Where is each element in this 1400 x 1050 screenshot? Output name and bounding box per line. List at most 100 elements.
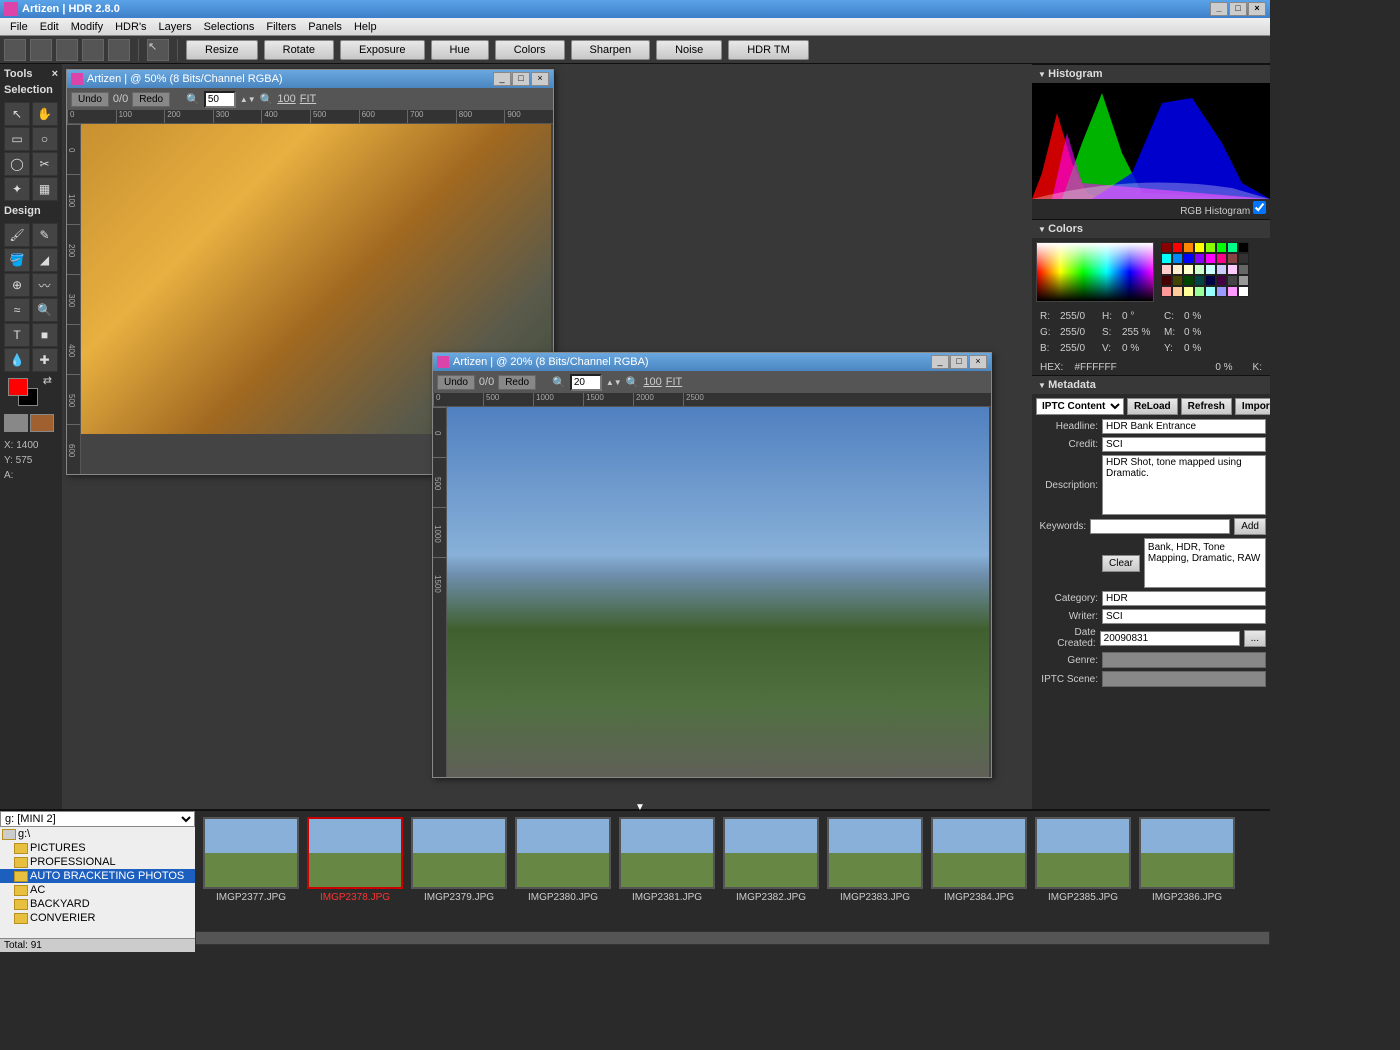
thumbnail[interactable]: IMGP2381.JPG	[619, 817, 715, 925]
toolbar-hue[interactable]: Hue	[431, 40, 489, 60]
date-picker-button[interactable]: ...	[1244, 630, 1266, 647]
hand-tool-icon[interactable]: ✋	[32, 102, 58, 126]
zoom-out-icon[interactable]: 🔍	[552, 376, 566, 389]
new-icon[interactable]	[4, 39, 26, 61]
undo-button[interactable]: Undo	[71, 92, 109, 107]
thumbnail[interactable]: IMGP2378.JPG	[307, 817, 403, 925]
thumbnail[interactable]: IMGP2385.JPG	[1035, 817, 1131, 925]
zoom-stepper-icon[interactable]: ▲▼	[240, 95, 256, 104]
thumbnail[interactable]: IMGP2377.JPG	[203, 817, 299, 925]
reload-button[interactable]: ReLoad	[1127, 398, 1178, 415]
wand-tool-icon[interactable]: ✦	[4, 177, 30, 201]
print-icon[interactable]	[108, 39, 130, 61]
date-input[interactable]	[1100, 631, 1240, 646]
folder-item[interactable]: AC	[0, 883, 195, 897]
open-icon[interactable]	[30, 39, 52, 61]
zoom-in-icon[interactable]: 🔍	[626, 376, 640, 389]
redo-button[interactable]: Redo	[498, 375, 536, 390]
doc-max-icon[interactable]: □	[512, 72, 530, 86]
folder-item[interactable]: BACKYARD	[0, 897, 195, 911]
histogram-panel-title[interactable]: Histogram	[1032, 65, 1270, 83]
pointer-icon[interactable]: ↖	[147, 39, 169, 61]
zoom-fit[interactable]: FIT	[300, 93, 317, 105]
crop-tool-icon[interactable]: ✂	[32, 152, 58, 176]
zoom-input[interactable]	[570, 374, 602, 391]
fill-tool-icon[interactable]: 🪣	[4, 248, 30, 272]
menu-filters[interactable]: Filters	[260, 19, 302, 35]
restore-button[interactable]: □	[1229, 2, 1247, 16]
clone-tool-icon[interactable]: ⊕	[4, 273, 30, 297]
menu-panels[interactable]: Panels	[302, 19, 348, 35]
eyedrop-tool-icon[interactable]: 💧	[4, 348, 30, 372]
tools-close-icon[interactable]: ×	[52, 68, 58, 80]
menu-layers[interactable]: Layers	[153, 19, 198, 35]
toolbar-hdr-tm[interactable]: HDR TM	[728, 40, 809, 60]
document-window-2[interactable]: Artizen | @ 20% (8 Bits/Channel RGBA) _□…	[432, 352, 992, 778]
keywords-list[interactable]: Bank, HDR, Tone Mapping, Dramatic, RAW	[1144, 538, 1266, 588]
marquee-tool-icon[interactable]: ▭	[4, 127, 30, 151]
zoom-100[interactable]: 100	[277, 93, 295, 105]
select-tool-icon[interactable]: ▦	[32, 177, 58, 201]
colors-panel-title[interactable]: Colors	[1032, 220, 1270, 238]
add-keyword-button[interactable]: Add	[1234, 518, 1266, 535]
folder-item[interactable]: AUTO BRACKETING PHOTOS	[0, 869, 195, 883]
thumbnail[interactable]: IMGP2383.JPG	[827, 817, 923, 925]
writer-input[interactable]	[1102, 609, 1266, 624]
metadata-source-select[interactable]: IPTC Content	[1036, 398, 1124, 415]
lasso-tool-icon[interactable]: ◯	[4, 152, 30, 176]
refresh-button[interactable]: Refresh	[1181, 398, 1232, 415]
headline-input[interactable]	[1102, 419, 1266, 434]
metadata-panel-title[interactable]: Metadata	[1032, 376, 1270, 394]
toolbar-noise[interactable]: Noise	[656, 40, 722, 60]
doc-max-icon[interactable]: □	[950, 355, 968, 369]
color-picker[interactable]	[1036, 242, 1154, 302]
menu-file[interactable]: File	[4, 19, 34, 35]
thumbnail[interactable]: IMGP2382.JPG	[723, 817, 819, 925]
ellipse-tool-icon[interactable]: ○	[32, 127, 58, 151]
zoom-tool-icon[interactable]: 🔍	[32, 298, 58, 322]
menu-modify[interactable]: Modify	[65, 19, 109, 35]
swap-colors-icon[interactable]: ⇄	[43, 374, 52, 387]
heal-tool-icon[interactable]: ✚	[32, 348, 58, 372]
blur-tool-icon[interactable]: ≈	[4, 298, 30, 322]
undo-button[interactable]: Undo	[437, 375, 475, 390]
menu-edit[interactable]: Edit	[34, 19, 65, 35]
shape-tool-icon[interactable]: ■	[32, 323, 58, 347]
doc2-image[interactable]	[447, 407, 989, 777]
close-button[interactable]: ×	[1248, 2, 1266, 16]
gray-swatch[interactable]	[4, 414, 28, 432]
folder-item[interactable]: CONVERIER	[0, 911, 195, 925]
redo-button[interactable]: Redo	[132, 92, 170, 107]
folder-root[interactable]: g:\	[0, 827, 195, 841]
text-tool-icon[interactable]: T	[4, 323, 30, 347]
folder-item[interactable]: PROFESSIONAL	[0, 855, 195, 869]
toolbar-resize[interactable]: Resize	[186, 40, 258, 60]
doc-min-icon[interactable]: _	[931, 355, 949, 369]
pencil-tool-icon[interactable]: ✎	[32, 223, 58, 247]
color-swatches[interactable]	[1161, 242, 1251, 297]
category-input[interactable]	[1102, 591, 1266, 606]
pattern-swatch[interactable]	[30, 414, 54, 432]
thumbnail[interactable]: IMGP2380.JPG	[515, 817, 611, 925]
thumbnail[interactable]: IMGP2386.JPG	[1139, 817, 1235, 925]
description-input[interactable]	[1102, 455, 1266, 515]
menu-selections[interactable]: Selections	[198, 19, 261, 35]
zoom-input[interactable]	[204, 91, 236, 108]
zoom-fit[interactable]: FIT	[666, 376, 683, 388]
camera-icon[interactable]	[82, 39, 104, 61]
toolbar-exposure[interactable]: Exposure	[340, 40, 424, 60]
thumbnail[interactable]: IMGP2379.JPG	[411, 817, 507, 925]
toolbar-colors[interactable]: Colors	[495, 40, 565, 60]
toolbar-sharpen[interactable]: Sharpen	[571, 40, 651, 60]
doc-min-icon[interactable]: _	[493, 72, 511, 86]
minimize-button[interactable]: _	[1210, 2, 1228, 16]
brush-tool-icon[interactable]: 🖌	[4, 223, 30, 247]
foreground-color[interactable]	[8, 378, 28, 396]
folder-item[interactable]: PICTURES	[0, 841, 195, 855]
doc-close-icon[interactable]: ×	[969, 355, 987, 369]
clear-keywords-button[interactable]: Clear	[1102, 555, 1140, 572]
import-button[interactable]: Import	[1235, 398, 1270, 415]
histogram-checkbox[interactable]	[1253, 201, 1266, 214]
menu-hdr's[interactable]: HDR's	[109, 19, 152, 35]
doc-close-icon[interactable]: ×	[531, 72, 549, 86]
